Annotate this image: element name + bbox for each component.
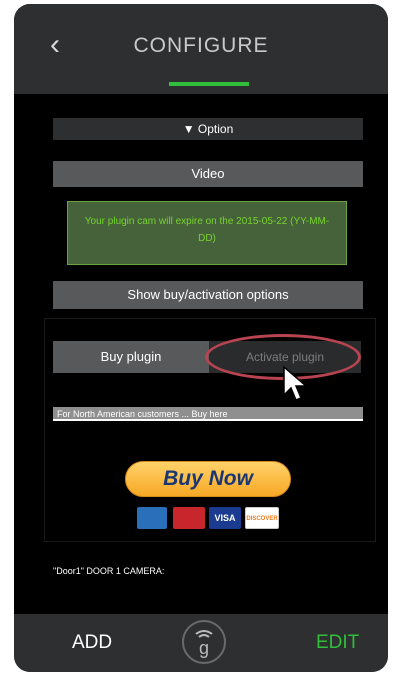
camera-label: "Door1" DOOR 1 CAMERA: xyxy=(53,566,165,576)
app-logo-icon: g xyxy=(195,630,213,658)
visa-card-icon: VISA xyxy=(209,507,241,529)
buy-activation-panel: Buy plugin Activate plugin For North Ame… xyxy=(44,318,376,542)
logo-letter: g xyxy=(199,638,209,658)
plugin-expiry-notice: Your plugin cam will expire on the 2015-… xyxy=(67,201,347,265)
mastercard-card-icon xyxy=(173,507,205,529)
video-button[interactable]: Video xyxy=(53,161,363,187)
mouse-cursor-icon xyxy=(283,365,309,401)
buy-now-button[interactable]: Buy Now xyxy=(125,461,291,497)
payment-cards: VISA DISCOVER xyxy=(137,507,281,529)
app-logo-button[interactable]: g xyxy=(182,620,226,664)
show-buy-activation-options-button[interactable]: Show buy/activation options xyxy=(53,281,363,309)
north-american-buy-link[interactable]: For North American customers ... Buy her… xyxy=(53,407,363,421)
edit-button[interactable]: EDIT xyxy=(316,632,359,654)
footer-bar: ADD g EDIT xyxy=(14,614,388,672)
option-toggle[interactable]: ▼ Option xyxy=(53,118,363,140)
add-button[interactable]: ADD xyxy=(72,632,112,654)
tab-buy-plugin[interactable]: Buy plugin xyxy=(53,341,209,373)
page-title: CONFIGURE xyxy=(133,34,269,57)
app-screen: ‹ CONFIGURE ▼ Option Video Your plugin c… xyxy=(14,4,388,672)
header: ‹ CONFIGURE xyxy=(14,4,388,94)
title-underline xyxy=(169,82,249,86)
discover-card-icon: DISCOVER xyxy=(245,507,279,529)
configure-content: ▼ Option Video Your plugin cam will expi… xyxy=(14,94,388,614)
amex-card-icon xyxy=(137,507,167,529)
